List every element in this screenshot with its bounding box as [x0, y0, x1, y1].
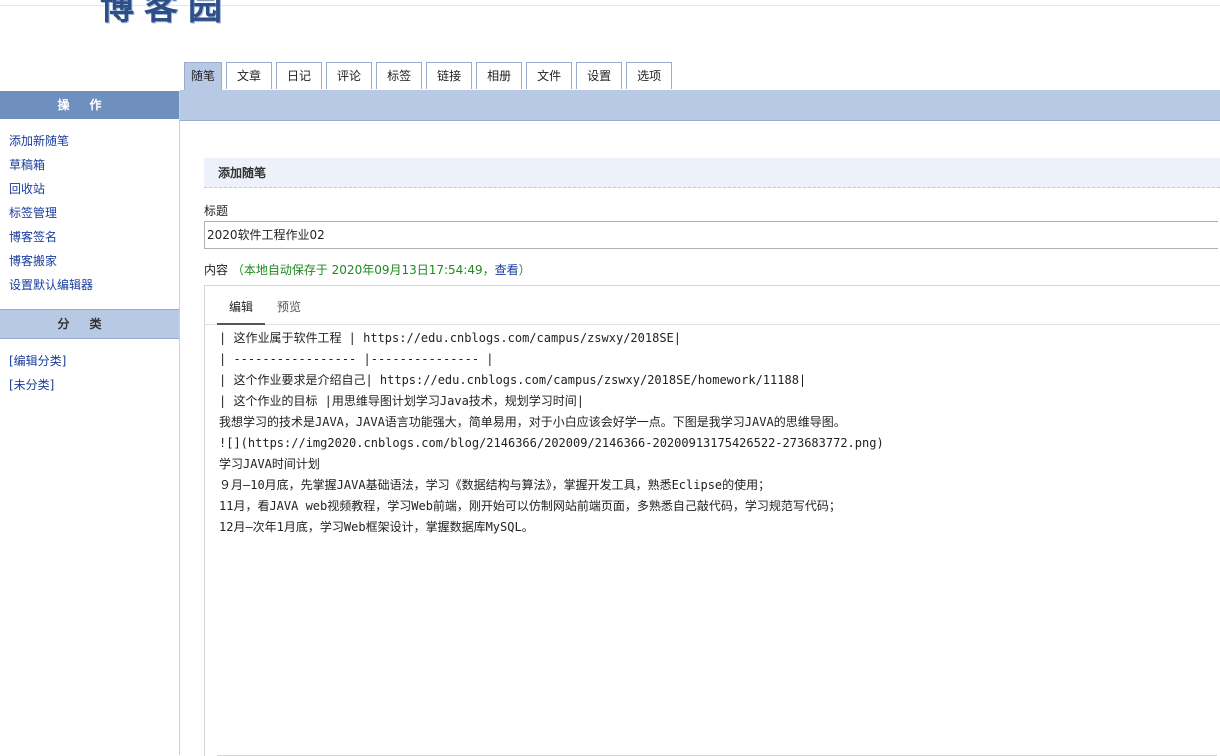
tab-tags[interactable]: 标签	[376, 62, 423, 89]
editor-line: | 这作业属于软件工程 | https://edu.cnblogs.com/ca…	[219, 331, 682, 345]
section-title: 添加随笔	[204, 158, 1220, 188]
sidebar-item-add-post[interactable]: 添加新随笔	[9, 134, 69, 148]
editor-tab-preview[interactable]: 预览	[265, 286, 313, 324]
sidebar-ops-header: 操作	[0, 91, 179, 119]
sidebar-item-drafts[interactable]: 草稿箱	[9, 158, 45, 172]
editor-line: | 这个作业的目标 |用思维导图计划学习Java技术，规划学习时间|	[219, 394, 585, 408]
sidebar-category-list: [编辑分类] [未分类]	[0, 339, 179, 407]
sidebar-item-tag-management[interactable]: 标签管理	[9, 206, 57, 220]
tab-diary[interactable]: 日记	[276, 62, 323, 89]
editor-textarea[interactable]: | 这作业属于软件工程 | https://edu.cnblogs.com/ca…	[205, 325, 1220, 538]
sidebar: 操作 添加新随笔 草稿箱 回收站 标签管理 博客签名 博客搬家 设置默认编辑器 …	[0, 91, 180, 755]
view-autosave-link[interactable]: 查看	[495, 263, 519, 277]
autosave-close: ）	[518, 263, 531, 277]
tab-comments[interactable]: 评论	[326, 62, 373, 89]
sidebar-category-header: 分类	[0, 309, 179, 339]
sidebar-item-blog-migration[interactable]: 博客搬家	[9, 254, 57, 268]
title-label: 标题	[204, 204, 229, 218]
main-tabs: 随笔 文章 日记 评论 标签 链接 相册 文件 设置 选项	[184, 62, 676, 91]
sidebar-item-edit-categories[interactable]: [编辑分类]	[9, 354, 66, 368]
tab-posts[interactable]: 随笔	[184, 62, 223, 91]
editor-tab-edit[interactable]: 编辑	[217, 286, 266, 325]
tab-links[interactable]: 链接	[426, 62, 473, 89]
editor-tabs: 编辑 预览	[205, 286, 1220, 325]
editor-line: | ----------------- |--------------- |	[219, 352, 494, 366]
sidebar-item-default-editor[interactable]: 设置默认编辑器	[9, 278, 93, 292]
content-label-row: 内容 （本地自动保存于 2020年09月13日17:54:49，查看）	[204, 261, 1220, 278]
editor-line: 12月—次年1月底，学习Web框架设计，掌握数据库MySQL。	[219, 520, 534, 534]
sidebar-item-uncategorized[interactable]: [未分类]	[9, 378, 54, 392]
post-form: 添加随笔 标题 2020软件工程作业02 内容 （本地自动保存于 2020年09…	[204, 158, 1220, 278]
sidebar-item-blog-signature[interactable]: 博客签名	[9, 230, 57, 244]
editor-line: | 这个作业要求是介绍自己| https://edu.cnblogs.com/c…	[219, 373, 807, 387]
site-logo[interactable]: 博客园	[100, 0, 232, 30]
tab-content-bar	[180, 90, 1220, 121]
tab-settings[interactable]: 设置	[576, 62, 623, 89]
sidebar-ops-list: 添加新随笔 草稿箱 回收站 标签管理 博客签名 博客搬家 设置默认编辑器	[0, 119, 179, 307]
editor-line: 11月，看JAVA web视频教程，学习Web前端，刚开始可以仿制网站前端页面，…	[219, 499, 841, 513]
editor-line: 学习JAVA时间计划	[219, 457, 320, 471]
content-label: 内容	[204, 263, 229, 277]
tab-albums[interactable]: 相册	[476, 62, 523, 89]
editor-line: ９月—10月底，先掌握JAVA基础语法，学习《数据结构与算法》，掌握开发工具，熟…	[219, 478, 771, 492]
editor-line: 我想学习的技术是JAVA，JAVA语言功能强大，简单易用，对于小白应该会好学一点…	[219, 415, 846, 429]
editor-line: ![](https://img2020.cnblogs.com/blog/214…	[219, 436, 884, 450]
tab-files[interactable]: 文件	[526, 62, 573, 89]
title-input[interactable]: 2020软件工程作业02	[204, 221, 1218, 249]
tab-options[interactable]: 选项	[626, 62, 673, 89]
autosave-status: （本地自动保存于 2020年09月13日17:54:49，	[231, 263, 495, 277]
markdown-editor: 编辑 预览 | 这作业属于软件工程 | https://edu.cnblogs.…	[204, 285, 1220, 756]
sidebar-item-recycle-bin[interactable]: 回收站	[9, 182, 45, 196]
tab-articles[interactable]: 文章	[226, 62, 273, 89]
